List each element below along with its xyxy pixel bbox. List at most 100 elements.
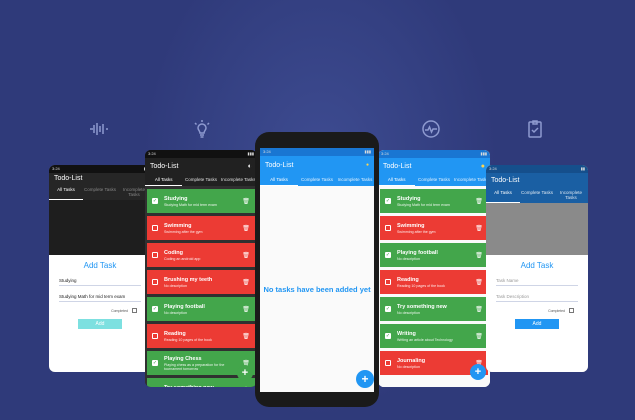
tab-incomplete[interactable]: Incomplete Tasks bbox=[220, 174, 257, 186]
plus-icon: + bbox=[474, 366, 482, 378]
task-item[interactable]: ✓ Studying Studying Math for mid term exam… bbox=[147, 189, 255, 213]
settings-icon[interactable]: ◐ bbox=[248, 163, 252, 170]
trash-icon[interactable]: 🗑 bbox=[242, 279, 250, 286]
task-text: Coding Coding an android app bbox=[164, 250, 242, 261]
task-name: Reading bbox=[397, 276, 419, 283]
app-title: Todo-List bbox=[150, 162, 179, 170]
tab-complete[interactable]: Complete Tasks bbox=[182, 174, 219, 186]
completed-checkbox[interactable] bbox=[569, 308, 574, 313]
tab-all[interactable]: All Tasks bbox=[378, 174, 416, 186]
task-name: Studying bbox=[397, 195, 421, 202]
trash-icon[interactable]: 🗑 bbox=[242, 198, 250, 205]
task-text: Playing Chess Playing chess as a preparat… bbox=[164, 356, 242, 371]
task-checkbox[interactable] bbox=[385, 360, 391, 366]
task-name: Swimming bbox=[164, 222, 192, 229]
tab-all[interactable]: All Tasks bbox=[486, 187, 520, 203]
task-list: ✓ Studying Studying Math for mid term exam… bbox=[145, 186, 257, 387]
task-item[interactable]: Swimming Swimming after the gym 🗑 bbox=[147, 216, 255, 240]
task-checkbox[interactable] bbox=[152, 252, 158, 258]
task-description: Reading 10 pages of the book bbox=[397, 283, 445, 288]
tab-all[interactable]: All Tasks bbox=[145, 174, 183, 186]
trash-icon[interactable]: 🗑 bbox=[475, 333, 483, 340]
tab-complete[interactable]: Complete Tasks bbox=[298, 174, 336, 186]
task-checkbox[interactable] bbox=[152, 225, 158, 231]
task-checkbox[interactable]: ✓ bbox=[385, 333, 391, 339]
tab-incomplete[interactable]: Incomplete Tasks bbox=[453, 174, 490, 186]
task-checkbox[interactable]: ✓ bbox=[152, 198, 158, 204]
trash-icon[interactable]: 🗑 bbox=[242, 387, 250, 388]
trash-icon[interactable]: 🗑 bbox=[242, 306, 250, 313]
status-bar: 3:24 ▮▮▮ bbox=[260, 148, 374, 156]
plus-icon: + bbox=[241, 367, 249, 379]
task-checkbox[interactable]: ✓ bbox=[152, 360, 158, 366]
task-description: No description bbox=[164, 283, 187, 288]
trash-icon[interactable]: 🗑 bbox=[242, 333, 250, 340]
task-item[interactable]: Coding Coding an android app 🗑 bbox=[147, 243, 255, 267]
task-item[interactable]: Reading Reading 10 pages of the book 🗑 bbox=[380, 270, 488, 294]
tab-incomplete[interactable]: Incomplete Tasks bbox=[336, 174, 374, 186]
task-item[interactable]: ✓ Try something newNo description🗑 bbox=[380, 297, 488, 321]
trash-icon[interactable]: 🗑 bbox=[475, 306, 483, 313]
app-title: Todo-List bbox=[54, 175, 83, 182]
tab-complete[interactable]: Complete Tasks bbox=[415, 174, 452, 186]
trash-icon[interactable]: 🗑 bbox=[242, 252, 250, 259]
trash-icon[interactable]: 🗑 bbox=[475, 252, 483, 259]
settings-icon[interactable]: ● bbox=[481, 163, 485, 170]
task-text: Studying Studying Math for mid term exam bbox=[164, 196, 242, 207]
task-name-field[interactable]: Studying bbox=[59, 276, 141, 286]
trash-icon[interactable]: 🗑 bbox=[242, 225, 250, 232]
status-bar: 3:24 ▮▮▮ bbox=[145, 150, 257, 158]
task-item[interactable]: ✓ Writing Writing an article about Technol… bbox=[380, 324, 488, 348]
completed-checkbox-row[interactable]: Completed bbox=[49, 308, 137, 313]
dialog-title: Add Task bbox=[83, 261, 117, 270]
task-description: Swimming after the gym bbox=[397, 229, 436, 234]
task-item[interactable]: Reading Reading 10 pages of the book 🗑 bbox=[147, 324, 255, 348]
check-icon: ✓ bbox=[152, 306, 158, 312]
task-name: Try something new bbox=[164, 385, 242, 388]
settings-icon[interactable]: ● bbox=[366, 162, 369, 168]
tab-complete[interactable]: Complete Tasks bbox=[83, 184, 117, 200]
completed-checkbox-row[interactable]: Completed bbox=[486, 308, 574, 313]
task-text: Studying Studying Math for mid term exam bbox=[397, 196, 475, 207]
task-checkbox[interactable]: ✓ bbox=[152, 306, 158, 312]
tab-all[interactable]: All Tasks bbox=[260, 174, 298, 186]
completed-checkbox[interactable] bbox=[132, 308, 137, 313]
task-checkbox[interactable] bbox=[385, 279, 391, 285]
add-task-fab[interactable]: + bbox=[237, 365, 253, 381]
tab-incomplete[interactable]: Incomplete Tasks bbox=[554, 187, 588, 203]
phone-right: 3:24 ▮▮▮ Todo-List ● All Tasks Complete Ta… bbox=[378, 150, 490, 387]
task-text: Try something newNo description bbox=[397, 304, 475, 315]
task-item[interactable]: Swimming Swimming after the gym 🗑 bbox=[380, 216, 488, 240]
task-description: No description bbox=[397, 310, 420, 315]
task-checkbox[interactable] bbox=[152, 333, 158, 339]
tab-all[interactable]: All Tasks bbox=[49, 184, 83, 200]
task-item[interactable]: ✓Try something newNo description🗑 bbox=[147, 378, 255, 387]
task-description-field[interactable]: Task Description bbox=[496, 292, 578, 302]
add-task-fab[interactable]: + bbox=[356, 370, 374, 388]
task-item[interactable]: Brushing my teeth No description 🗑 bbox=[147, 270, 255, 294]
task-text: Playing football No description bbox=[164, 304, 242, 315]
tab-bar: All Tasks Complete Tasks Incomplete Task… bbox=[378, 174, 490, 186]
add-task-fab[interactable]: + bbox=[470, 364, 486, 380]
task-name: Reading bbox=[164, 330, 186, 337]
task-description: Reading 10 pages of the book bbox=[164, 337, 212, 342]
trash-icon[interactable]: 🗑 bbox=[475, 198, 483, 205]
trash-icon[interactable]: 🗑 bbox=[475, 279, 483, 286]
task-name: Studying bbox=[164, 195, 188, 202]
add-button[interactable]: Add bbox=[515, 319, 559, 329]
task-item[interactable]: ✓ Playing football No description 🗑 bbox=[380, 243, 488, 267]
task-item[interactable]: ✓ Playing football No description 🗑 bbox=[147, 297, 255, 321]
task-text: Swimming Swimming after the gym bbox=[164, 223, 242, 234]
task-checkbox[interactable] bbox=[152, 279, 158, 285]
add-button[interactable]: Add bbox=[78, 319, 122, 329]
tab-complete[interactable]: Complete Tasks bbox=[520, 187, 554, 203]
task-checkbox[interactable]: ✓ bbox=[385, 252, 391, 258]
task-name-field[interactable]: Task Name bbox=[496, 276, 578, 286]
task-checkbox[interactable] bbox=[385, 225, 391, 231]
task-checkbox[interactable]: ✓ bbox=[385, 198, 391, 204]
trash-icon[interactable]: 🗑 bbox=[475, 225, 483, 232]
task-item[interactable]: ✓ Studying Studying Math for mid term exam… bbox=[380, 189, 488, 213]
status-bar: 3:24▮▮ bbox=[49, 165, 151, 173]
task-checkbox[interactable]: ✓ bbox=[385, 306, 391, 312]
task-description-field[interactable]: Studying Math for mid term exam bbox=[59, 292, 141, 302]
